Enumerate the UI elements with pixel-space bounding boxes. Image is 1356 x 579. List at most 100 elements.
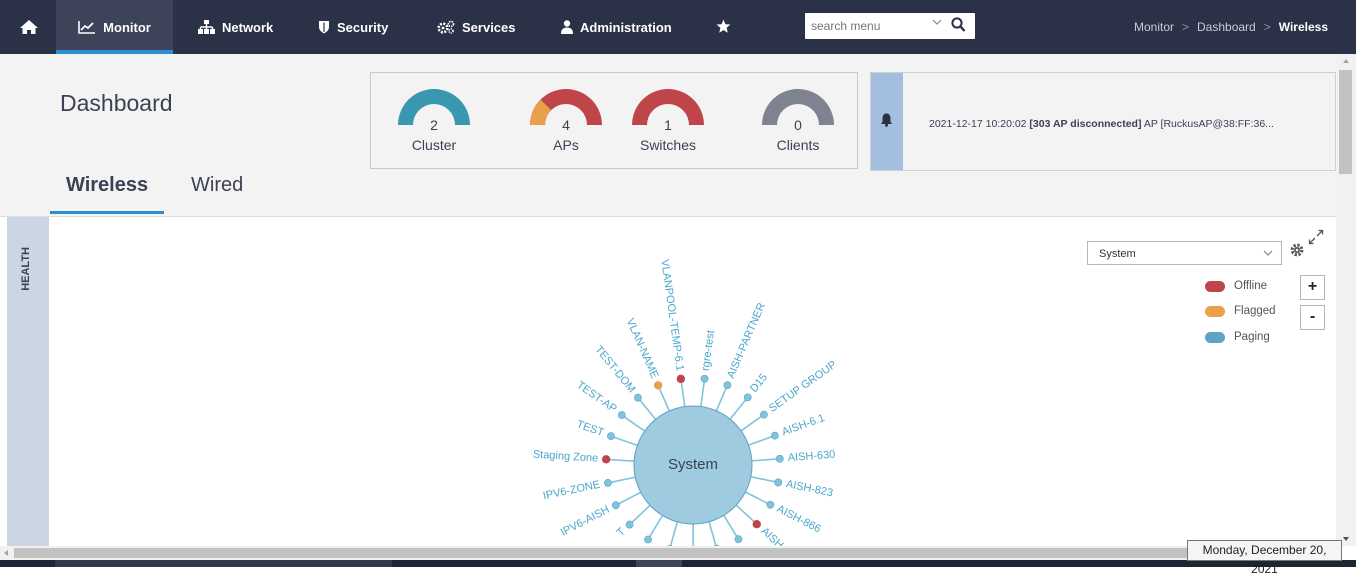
gauge-cluster-value: 2 [384, 117, 484, 133]
scroll-down-arrow[interactable] [1343, 537, 1349, 541]
zone-node-label[interactable]: TEST-DOM [592, 344, 637, 396]
zone-node-label[interactable]: Staging Zone [533, 449, 599, 465]
zone-node[interactable] [612, 502, 619, 509]
horizontal-scroll-thumb[interactable] [14, 548, 1284, 558]
view-select[interactable]: System [1087, 241, 1282, 265]
zone-node[interactable] [744, 394, 751, 401]
gauge-aps-label: APs [516, 137, 616, 153]
zone-node-label[interactable]: D15 [748, 372, 770, 395]
node-link [752, 459, 780, 461]
zone-node-label[interactable]: VLAN-NAME [624, 317, 661, 381]
node-link [736, 505, 757, 524]
alert-bell-box [871, 73, 903, 170]
alert-ticker[interactable]: 2021-12-17 10:20:02 [303 AP disconnected… [870, 72, 1336, 171]
node-link [638, 398, 656, 420]
node-link [724, 515, 739, 539]
zone-node-label[interactable]: VLANPOOL-TEMP-6.1 [658, 259, 686, 372]
zone-node[interactable] [654, 381, 662, 389]
topology-graph[interactable]: VLANPOOL-TEMP-6.1 rgre-test AISH-PARTNERD1… [0, 217, 1336, 547]
nav-monitor[interactable]: Monitor [56, 0, 173, 54]
expand-icon[interactable] [1308, 229, 1324, 245]
zone-node-label[interactable]: IPV6-ZONE [542, 479, 601, 503]
zone-node-label[interactable]: AISH-823 [785, 478, 834, 499]
tab-wireless[interactable]: Wireless [66, 174, 148, 197]
zone-node-label[interactable]: AISH-866 [775, 503, 823, 535]
home-icon[interactable] [18, 17, 40, 37]
active-tab-indicator [50, 211, 164, 214]
horizontal-scrollbar[interactable] [0, 546, 1336, 560]
scroll-left-arrow[interactable] [4, 550, 8, 556]
gauge-clients[interactable]: 0 Clients [748, 89, 848, 169]
vertical-scrollbar[interactable] [1336, 54, 1356, 546]
zone-node[interactable] [607, 433, 614, 440]
gauge-switches-label: Switches [618, 137, 718, 153]
zone-node[interactable] [776, 455, 783, 462]
nav-administration[interactable]: Administration [561, 0, 672, 54]
zone-node-label[interactable]: rgre-test [700, 329, 717, 371]
alert-timestamp: 2021-12-17 10:20:02 [929, 118, 1027, 130]
gauge-switches[interactable]: 1 Switches [618, 89, 718, 169]
zone-node[interactable] [760, 411, 767, 418]
zone-node-label[interactable]: T [615, 525, 628, 539]
search-box[interactable] [805, 13, 975, 39]
scroll-up-arrow[interactable] [1343, 59, 1349, 63]
zone-node-label[interactable]: AISH-630 [787, 449, 835, 464]
gauge-clients-label: Clients [748, 137, 848, 153]
gauge-aps-value: 4 [516, 117, 616, 133]
zone-node-label[interactable]: TEST [575, 418, 606, 439]
chevron-down-icon[interactable] [932, 19, 942, 26]
zone-node-label[interactable]: IPV6-AISH [559, 504, 612, 539]
sitemap-icon [198, 20, 215, 34]
search-input[interactable] [809, 16, 931, 36]
zone-node[interactable] [767, 501, 774, 508]
health-panel: HEALTH VLANPOOL-TEMP-6.1rgre-testAISH-PA… [0, 216, 1336, 547]
taskbar-item[interactable] [55, 560, 392, 567]
zone-node[interactable] [618, 411, 625, 418]
zone-node-label[interactable]: SETUP GROUP [767, 359, 839, 415]
zoom-in-button[interactable]: + [1300, 275, 1325, 300]
zoom-out-button[interactable]: - [1300, 305, 1325, 330]
taskbar-item[interactable] [636, 560, 682, 567]
legend-flagged: Flagged [1205, 303, 1276, 319]
chevron-down-icon [1263, 250, 1273, 257]
gauge-switches-value: 1 [618, 117, 718, 133]
nav-services[interactable]: Services [437, 0, 516, 54]
legend-offline-label: Offline [1234, 280, 1267, 292]
node-link [608, 477, 635, 483]
tab-wired[interactable]: Wired [191, 174, 243, 197]
zone-node[interactable] [602, 455, 610, 463]
nav-network[interactable]: Network [198, 0, 273, 54]
zone-node[interactable] [753, 520, 761, 528]
zone-node[interactable] [644, 536, 651, 543]
star-icon[interactable] [716, 19, 731, 34]
zone-node[interactable] [634, 394, 641, 401]
zone-node-label[interactable]: TEST-AP [574, 379, 618, 415]
zone-node-label[interactable]: AISH-6.1 [780, 412, 826, 438]
gauge-cluster[interactable]: 2 Cluster [384, 89, 484, 169]
zone-node[interactable] [677, 375, 685, 383]
zone-node[interactable] [604, 479, 611, 486]
gauge-aps[interactable]: 4 APs [516, 89, 616, 169]
legend-swatch-flagged [1205, 306, 1225, 317]
zone-node[interactable] [775, 479, 782, 486]
breadcrumb-monitor[interactable]: Monitor [1134, 20, 1174, 34]
zone-node[interactable] [735, 536, 742, 543]
zone-node-label[interactable]: AISH-PARTNER [725, 301, 768, 380]
breadcrumb-separator: > [1182, 20, 1189, 34]
node-link [749, 436, 775, 445]
zone-node[interactable] [626, 521, 633, 528]
vertical-scroll-thumb[interactable] [1339, 70, 1352, 174]
gear-icon[interactable] [1290, 243, 1304, 257]
nav-security[interactable]: Security [318, 0, 388, 54]
search-icon[interactable] [951, 17, 966, 33]
zone-node[interactable] [701, 375, 708, 382]
zone-node[interactable] [771, 432, 778, 439]
shield-icon [318, 20, 330, 34]
node-link [701, 379, 705, 407]
breadcrumb-dashboard[interactable]: Dashboard [1197, 20, 1256, 34]
alert-event: [303 AP disconnected] [1029, 118, 1141, 130]
date-tooltip: Monday, December 20, 2021 [1187, 540, 1342, 561]
zone-node[interactable] [724, 381, 731, 388]
legend-paging: Paging [1205, 329, 1270, 345]
center-node-label: System [668, 456, 718, 473]
